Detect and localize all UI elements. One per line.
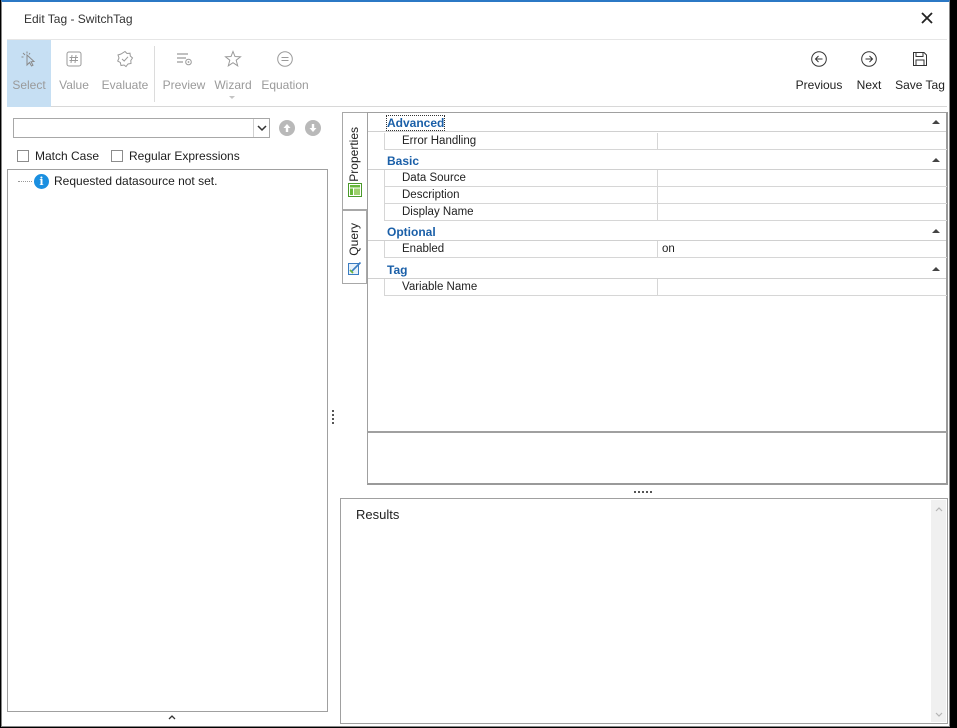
arrow-up-icon: [283, 124, 291, 132]
property-row[interactable]: Enabled on: [384, 241, 947, 258]
properties-grid-icon: [348, 183, 362, 197]
hash-icon: [66, 51, 82, 67]
datasource-tree[interactable]: i Requested datasource not set.: [7, 169, 328, 712]
property-grid[interactable]: Advanced Error Handling Basic Data Sourc…: [367, 112, 948, 432]
category-optional-label: Optional: [387, 225, 436, 239]
arrow-left-circle-icon: [811, 51, 827, 67]
tree-connector: [18, 180, 32, 182]
preview-button[interactable]: Preview: [162, 40, 206, 107]
results-pane: Results: [340, 498, 948, 724]
property-row[interactable]: Data Source: [384, 170, 947, 187]
category-advanced-label: Advanced: [385, 115, 446, 131]
wizard-label: Wizard: [214, 78, 252, 92]
search-combo[interactable]: [13, 118, 270, 138]
category-basic-label: Basic: [387, 154, 420, 168]
cursor-icon: [21, 51, 36, 67]
collapse-caret-icon[interactable]: [932, 229, 940, 233]
wizard-star-icon: [224, 50, 242, 67]
previous-button[interactable]: Previous: [793, 40, 845, 107]
property-value[interactable]: [657, 279, 948, 295]
property-name: Error Handling: [402, 135, 477, 147]
category-advanced[interactable]: Advanced: [368, 113, 946, 132]
regex-box[interactable]: [111, 150, 123, 162]
category-basic[interactable]: Basic: [368, 151, 946, 170]
property-row[interactable]: Display Name: [384, 204, 947, 221]
datasource-panel: Match Case Regular Expressions i Request…: [7, 112, 328, 720]
match-case-box[interactable]: [17, 150, 29, 162]
match-case-label: Match Case: [35, 149, 100, 163]
equals-circle-icon: [277, 51, 293, 67]
value-button[interactable]: Value: [54, 40, 94, 107]
scroll-up-icon[interactable]: [935, 506, 943, 512]
evaluate-label: Evaluate: [101, 78, 149, 92]
tree-message: Requested datasource not set.: [54, 174, 218, 188]
next-label: Next: [856, 78, 882, 92]
window-title: Edit Tag - SwitchTag: [24, 12, 133, 26]
save-tag-label: Save Tag: [895, 78, 945, 92]
equation-label: Equation: [261, 78, 309, 92]
tab-properties[interactable]: Properties: [342, 112, 367, 210]
regex-checkbox[interactable]: Regular Expressions: [111, 148, 240, 164]
tab-query-label: Query: [347, 223, 361, 256]
edit-tag-window: Edit Tag - SwitchTag Select Value Evalua…: [1, 0, 950, 727]
equation-button[interactable]: Equation: [259, 40, 311, 107]
property-name: Description: [402, 189, 460, 201]
ribbon-separator: [154, 46, 155, 102]
collapse-caret-icon[interactable]: [932, 120, 940, 124]
preview-list-icon: [177, 53, 192, 66]
results-scrollbar[interactable]: [931, 500, 946, 722]
property-name: Variable Name: [402, 281, 478, 293]
regex-label: Regular Expressions: [129, 149, 240, 163]
property-description-pane: [367, 432, 948, 485]
property-value[interactable]: [657, 204, 948, 220]
vertical-splitter[interactable]: [332, 410, 335, 426]
ribbon-toolbar: Select Value Evaluate Preview Wizard Equ…: [7, 39, 947, 107]
property-value[interactable]: [657, 170, 948, 186]
info-icon: i: [34, 173, 49, 189]
property-row[interactable]: Description: [384, 187, 947, 204]
preview-label: Preview: [162, 78, 206, 92]
check-badge-icon: [117, 50, 134, 68]
find-next-button[interactable]: [305, 120, 321, 136]
select-label: Select: [12, 78, 46, 92]
evaluate-button[interactable]: Evaluate: [97, 40, 153, 107]
property-name: Enabled: [402, 243, 445, 255]
property-row[interactable]: Error Handling: [384, 133, 947, 150]
query-edit-icon: [348, 261, 362, 275]
category-tag[interactable]: Tag: [368, 260, 946, 279]
property-value[interactable]: on: [657, 241, 948, 257]
scroll-down-icon[interactable]: [935, 712, 943, 718]
results-title: Results: [356, 507, 400, 522]
tree-message-item: i Requested datasource not set.: [18, 173, 217, 189]
next-button[interactable]: Next: [850, 40, 888, 107]
collapse-caret-icon[interactable]: [932, 158, 940, 162]
property-row[interactable]: Variable Name: [384, 279, 947, 296]
chevron-up-icon[interactable]: [167, 713, 177, 721]
category-optional[interactable]: Optional: [368, 222, 946, 241]
close-icon[interactable]: [919, 10, 935, 26]
wizard-dropdown-caret[interactable]: [229, 96, 235, 99]
category-tag-label: Tag: [387, 263, 408, 277]
collapse-caret-icon[interactable]: [932, 267, 940, 271]
tab-properties-label: Properties: [347, 127, 361, 182]
value-label: Value: [59, 78, 89, 92]
property-value[interactable]: [657, 133, 948, 149]
arrow-down-icon: [309, 124, 317, 132]
side-tab-strip: Properties Query: [342, 112, 367, 284]
tab-query[interactable]: Query: [342, 210, 367, 284]
floppy-disk-icon: [913, 52, 927, 66]
property-name: Display Name: [402, 206, 474, 218]
previous-label: Previous: [795, 78, 843, 92]
save-tag-button[interactable]: Save Tag: [893, 40, 947, 107]
select-button[interactable]: Select: [7, 40, 51, 107]
arrow-right-circle-icon: [861, 51, 877, 67]
title-bar: Edit Tag - SwitchTag: [2, 2, 949, 38]
combo-dropdown-button[interactable]: [253, 119, 269, 137]
property-name: Data Source: [402, 172, 466, 184]
horizontal-splitter[interactable]: [634, 491, 652, 493]
find-previous-button[interactable]: [279, 120, 295, 136]
match-case-checkbox[interactable]: Match Case: [17, 148, 99, 164]
chevron-down-icon: [257, 125, 267, 132]
property-value[interactable]: [657, 187, 948, 203]
